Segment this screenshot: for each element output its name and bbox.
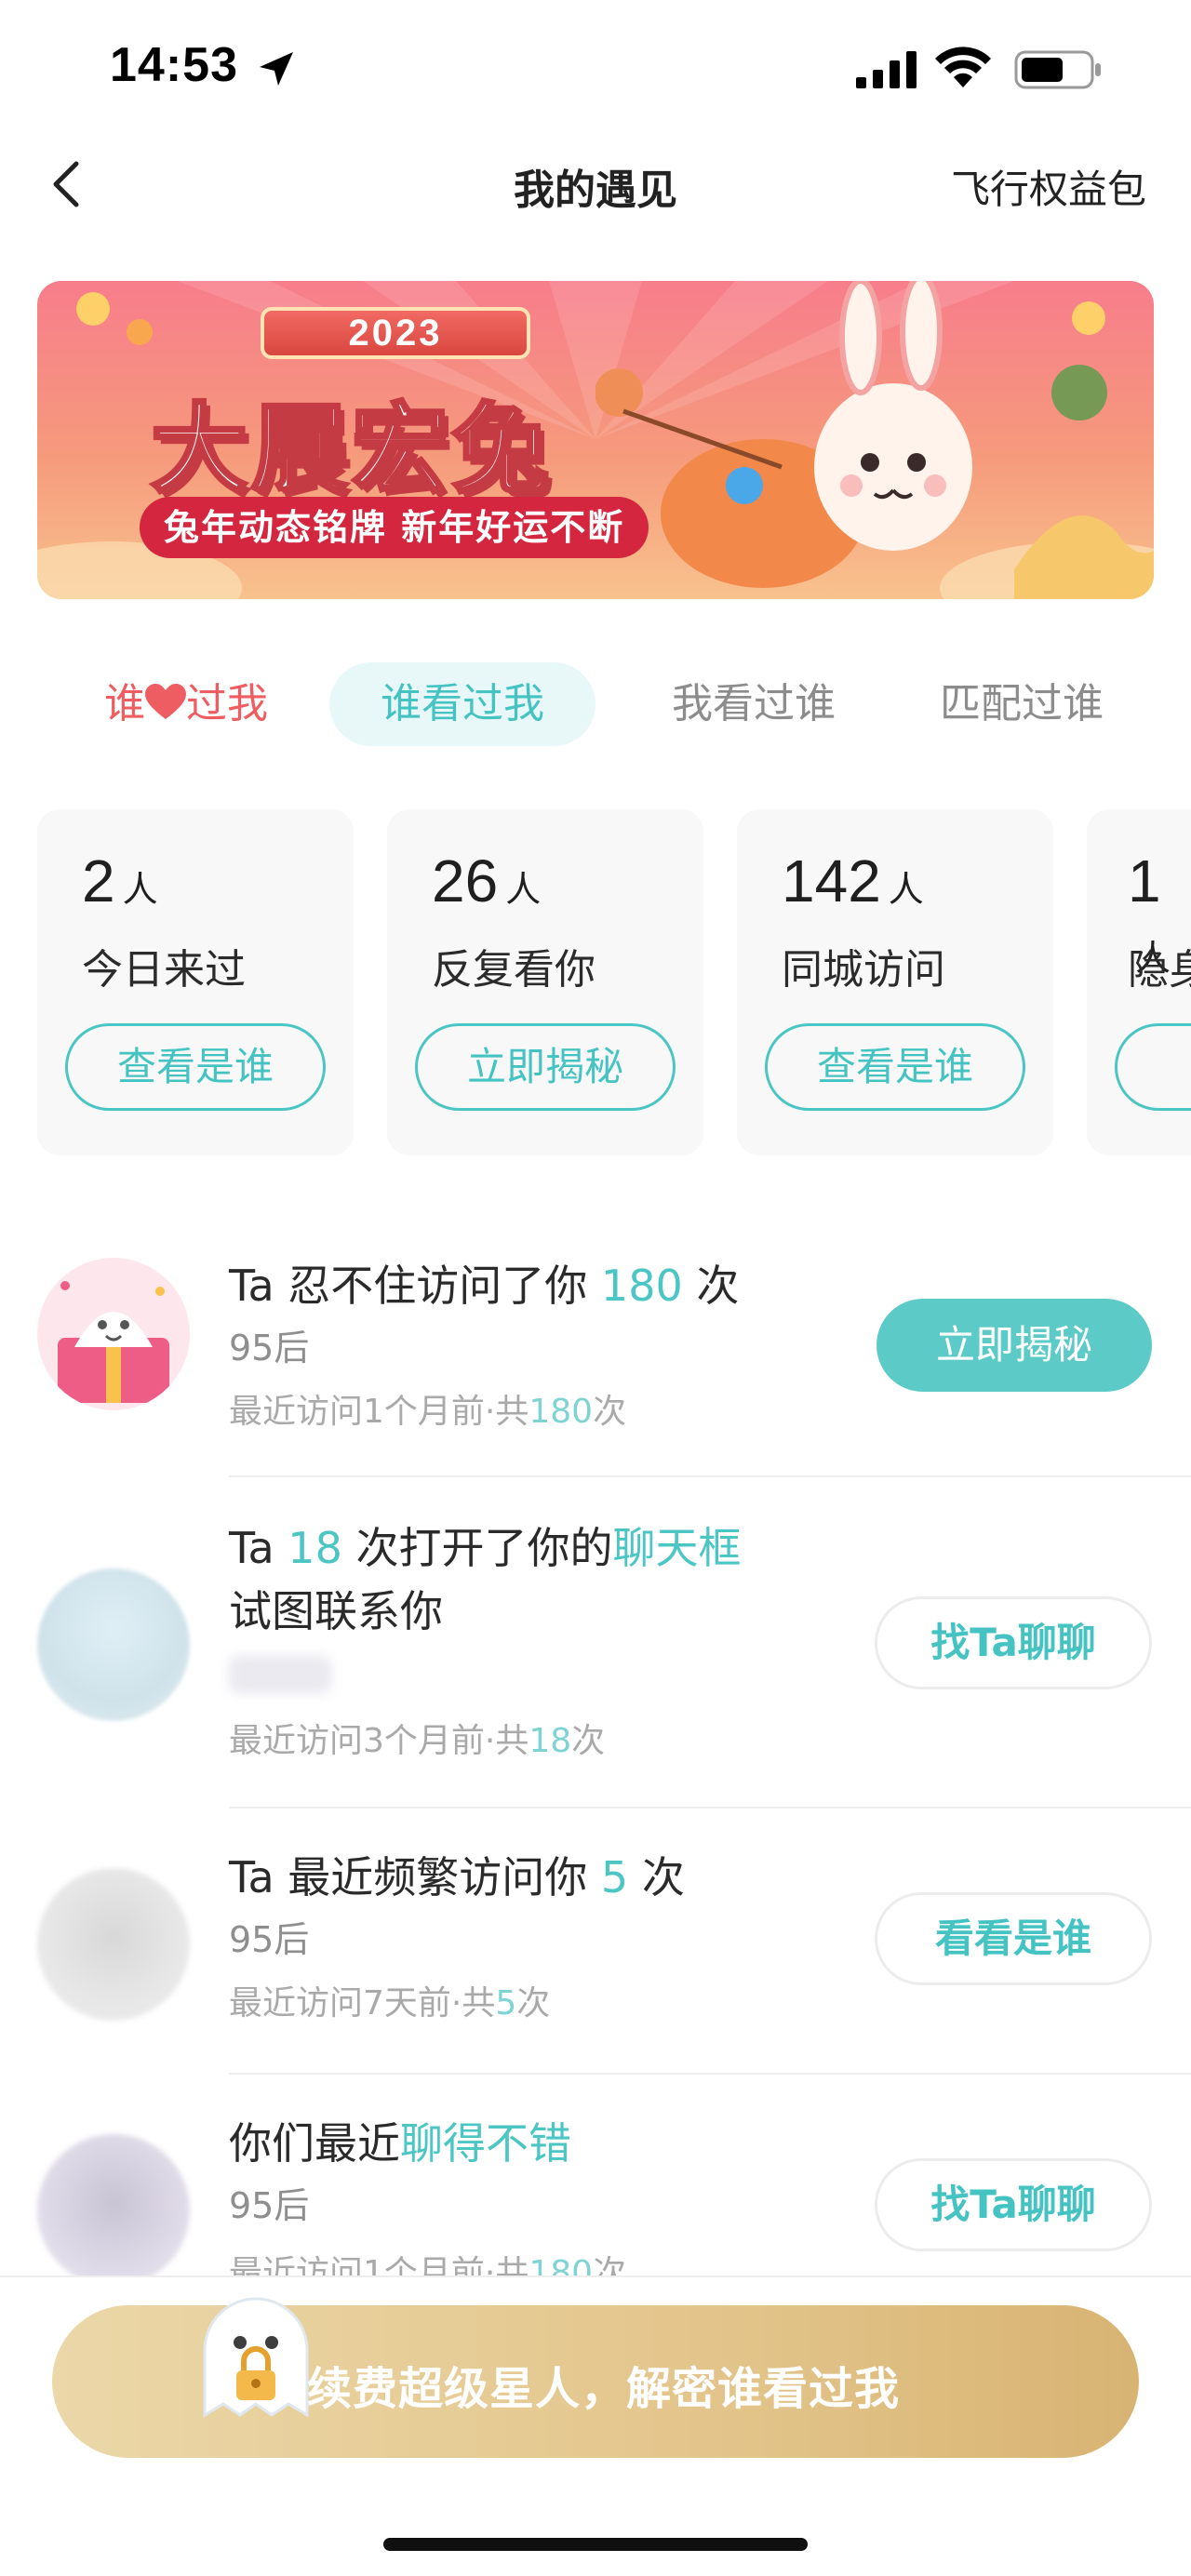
visit-title: Ta 忍不住访问了你 180 次 [229,1254,739,1317]
visit-tabs: 谁过我 谁看过我 我看过谁 匹配过谁 [37,662,1154,746]
visit-title: Ta 18 次打开了你的聊天框 [229,1516,741,1580]
stat-unit: 人 [505,869,542,910]
row-divider [229,1807,1191,1809]
visit-meta-text: 次 [571,1722,606,1760]
visit-meta: 最近访问7天前·共5次 [229,1976,550,2024]
heart-icon [145,684,186,719]
visit-title-line2: 试图联系你 [229,1586,443,1636]
visit-meta-text: 最近访问1个月前·共 [229,2254,529,2276]
cellular-signal-icon [856,51,917,88]
banner-title: 大展宏兔 [149,391,554,508]
visitor-age: 95后 [229,2185,310,2226]
home-indicator [383,2538,808,2551]
visit-title: Ta 最近频繁访问你 5 次 [229,1846,685,1909]
visit-title-text: 次 [682,1261,740,1311]
visit-title-text: 你们最近 [229,2118,400,2169]
renew-cta-label: 续费超级星人，解密谁看过我 [307,2363,901,2415]
flight-benefits-link[interactable]: 飞行权益包 [951,158,1146,215]
banner-subtitle: 兔年动态铭牌 新年好运不断 [140,497,649,558]
visit-title-text: 次 [628,1852,685,1902]
visit-meta-text: 次 [593,2254,627,2276]
visit-row[interactable]: Ta 最近频繁访问你 5 次 95后 最近访问7天前·共5次 看看是谁 [0,1846,1191,2075]
visit-meta-text: 最近访问1个月前·共 [229,1393,529,1431]
blurred-avatar [37,2134,190,2276]
visit-row[interactable]: Ta 18 次打开了你的聊天框 试图联系你 最近访问3个月前·共18次 找Ta聊… [0,1516,1191,1809]
stat-card-repeat: 26 人 反复看你 立即揭秘 [387,809,703,1155]
stat-card-invisible: 1人 隐身 了解 [1087,809,1191,1155]
blurred-avatar [37,1568,190,1721]
blurred-age [229,1656,331,1693]
learn-more-button[interactable]: 了解 [1115,1023,1191,1111]
status-time: 14:53 [110,38,238,92]
banner-year-badge: 2023 [261,307,530,359]
stat-label: 今日来过 [82,946,246,994]
visit-meta-count: 180 [529,1393,594,1431]
visit-title: 你们最近聊得不错 [229,2116,571,2175]
visit-title-text: 次打开了你的 [341,1523,613,1573]
stat-card-today: 2人 今日来过 查看是谁 [37,809,354,1155]
visitor-age: 95后 [229,1919,310,1960]
visit-meta: 最近访问3个月前·共18次 [229,1714,605,1762]
stat-label: 隐身 [1128,946,1191,994]
chat-box-highlight: 聊天框 [612,1523,742,1573]
visit-meta: 最近访问1个月前·共180次 [229,2246,626,2276]
tab-label-suffix: 过我 [186,680,268,727]
gift-ghost-avatar [37,1258,190,1410]
stat-count: 2 [82,848,115,914]
tab-who-i-viewed[interactable]: 我看过谁 [633,662,875,746]
stat-card-same-city: 142 人 同城访问 查看是谁 [737,809,1053,1155]
row-divider [229,2073,1191,2075]
tab-who-viewed-me[interactable]: 谁看过我 [329,662,596,746]
reveal-now-button[interactable]: 立即揭秘 [877,1299,1152,1392]
visit-meta-text: 最近访问7天前·共 [229,1984,496,2022]
wifi-icon [935,47,991,87]
check-who-button[interactable]: 查看是谁 [765,1023,1025,1111]
visit-meta-count: 5 [495,1984,517,2022]
rabbit-mascot-illustration [596,281,1154,599]
battery-icon [1014,50,1101,89]
chat-well-highlight: 聊得不错 [400,2118,571,2169]
visit-count-highlight: 18 [288,1523,342,1573]
row-divider [229,1475,1191,1477]
stat-label: 反复看你 [432,946,596,994]
blurred-avatar [37,1868,190,2021]
visit-row[interactable]: 你们最近聊得不错 95后 最近访问1个月前·共180次 找Ta聊聊 [0,2116,1191,2276]
stat-count: 142 [782,848,881,914]
visit-row[interactable]: Ta 忍不住访问了你 180 次 95后 最近访问1个月前·共180次 立即揭秘 [0,1258,1191,1477]
tab-who-liked-me[interactable]: 谁过我 [74,662,298,746]
tab-who-matched[interactable]: 匹配过谁 [901,662,1143,746]
visit-meta-text: 最近访问3个月前·共 [229,1722,529,1760]
visitor-age: 95后 [229,1328,310,1368]
visit-meta-count: 18 [529,1722,572,1760]
visit-title-text: Ta 最近频繁访问你 [229,1852,601,1902]
see-who-button[interactable]: 看看是谁 [875,1892,1152,1985]
visit-count-highlight: 5 [600,1852,629,1902]
tab-label-prefix: 谁 [104,680,145,727]
stat-count: 26 [432,848,499,914]
reveal-now-button[interactable]: 立即揭秘 [415,1023,676,1111]
visit-meta-count: 180 [529,2254,594,2276]
stat-unit: 人 [122,869,158,910]
visit-title-text: Ta 忍不住访问了你 [229,1261,601,1311]
chat-with-ta-button[interactable]: 找Ta聊聊 [875,1596,1152,1689]
visit-meta-text: 次 [593,1393,627,1431]
visit-meta: 最近访问1个月前·共180次 [229,1384,626,1433]
stat-unit: 人 [888,869,924,910]
promo-banner[interactable]: 2023 大展宏兔 兔年动态铭牌 新年好运不断 [37,281,1154,599]
chat-with-ta-button[interactable]: 找Ta聊聊 [875,2158,1152,2251]
ghost-lock-icon [203,2297,309,2418]
visit-title-text: Ta [229,1523,288,1573]
visit-meta-text: 次 [516,1984,551,2022]
location-arrow-icon [260,52,293,86]
visit-count-highlight: 180 [600,1261,683,1311]
check-who-button[interactable]: 查看是谁 [65,1023,326,1111]
status-bar: 14:53 [0,0,1191,140]
stat-count: 1 [1128,848,1161,914]
stat-label: 同城访问 [782,946,945,994]
